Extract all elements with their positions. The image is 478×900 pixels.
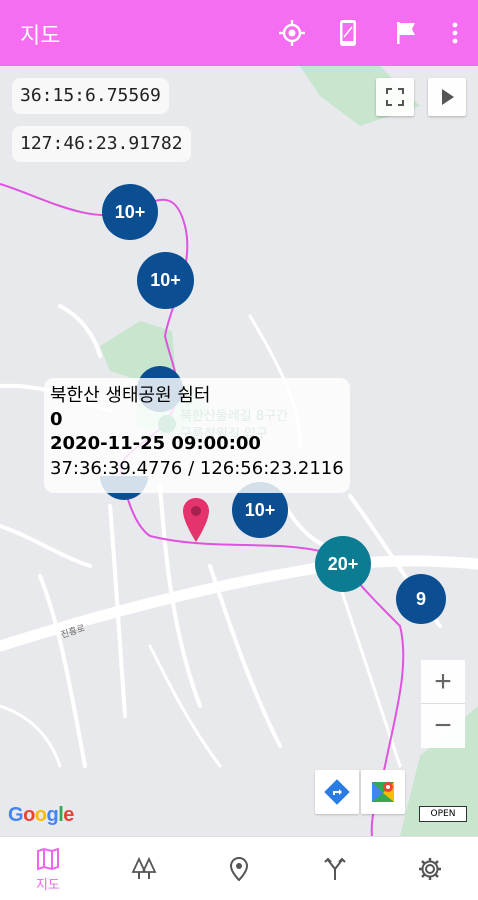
zoom-in-button[interactable]: + <box>421 660 465 704</box>
google-logo-g1: G <box>8 804 24 826</box>
place-value: 0 <box>50 409 63 430</box>
google-logo-o2: o <box>34 804 47 826</box>
directions-icon <box>324 779 350 805</box>
google-logo-o1: o <box>23 804 35 826</box>
crosshair-icon[interactable] <box>277 18 307 48</box>
phone-icon[interactable] <box>333 18 363 48</box>
longitude-readout: 127:46:23.91782 <box>12 126 191 162</box>
fork-icon <box>324 857 346 880</box>
google-logo-g2: g <box>46 804 59 826</box>
google-attribution-logo: Google <box>8 804 74 827</box>
fullscreen-button[interactable] <box>376 78 414 116</box>
place-coords: 37:36:39.4776 / 126:56:23.2116 <box>50 458 344 479</box>
trees-icon <box>131 856 157 879</box>
page-title: 지도 <box>20 24 61 49</box>
directions-button[interactable] <box>315 770 359 814</box>
map-view[interactable]: 진흥로 북한산둘레길 8구간 구름정원길 입구 36:15:6.75569 12… <box>0 66 478 836</box>
nav-item-fork[interactable] <box>287 837 383 900</box>
open-data-badge: OPEN <box>419 806 467 822</box>
map-icon <box>37 847 59 870</box>
nav-item-settings[interactable] <box>382 837 478 900</box>
cluster-marker[interactable]: 10+ <box>102 184 158 240</box>
zoom-out-button[interactable]: − <box>421 704 465 748</box>
nav-label-map: 지도 <box>36 877 60 893</box>
google-maps-button[interactable] <box>361 770 405 814</box>
play-button[interactable] <box>428 78 466 116</box>
nav-item-trees[interactable] <box>96 837 192 900</box>
cluster-marker[interactable]: 10+ <box>137 252 194 309</box>
nav-item-location[interactable] <box>191 837 287 900</box>
latitude-readout: 36:15:6.75569 <box>12 78 169 114</box>
bottom-navigation: 지도 <box>0 836 478 900</box>
fullscreen-icon <box>386 88 404 106</box>
marker-info-window[interactable]: 북한산 생태공원 쉼터 0 2020-11-25 09:00:00 37:36:… <box>44 378 350 493</box>
more-vert-icon[interactable] <box>440 18 470 48</box>
flag-icon[interactable] <box>391 18 421 48</box>
nav-item-map[interactable]: 지도 <box>0 837 96 900</box>
cluster-marker[interactable]: 9 <box>396 574 446 624</box>
settings-icon <box>419 858 441 880</box>
cluster-marker[interactable]: 20+ <box>315 536 371 592</box>
play-icon <box>442 89 454 105</box>
google-maps-icon <box>372 782 394 802</box>
app-bar: 지도 <box>0 0 478 66</box>
place-name: 북한산 생태공원 쉼터 <box>50 385 211 406</box>
location-marker-icon[interactable] <box>181 496 211 544</box>
place-datetime: 2020-11-25 09:00:00 <box>50 433 261 454</box>
google-logo-e: e <box>63 804 74 826</box>
location-pin-icon <box>229 856 249 882</box>
